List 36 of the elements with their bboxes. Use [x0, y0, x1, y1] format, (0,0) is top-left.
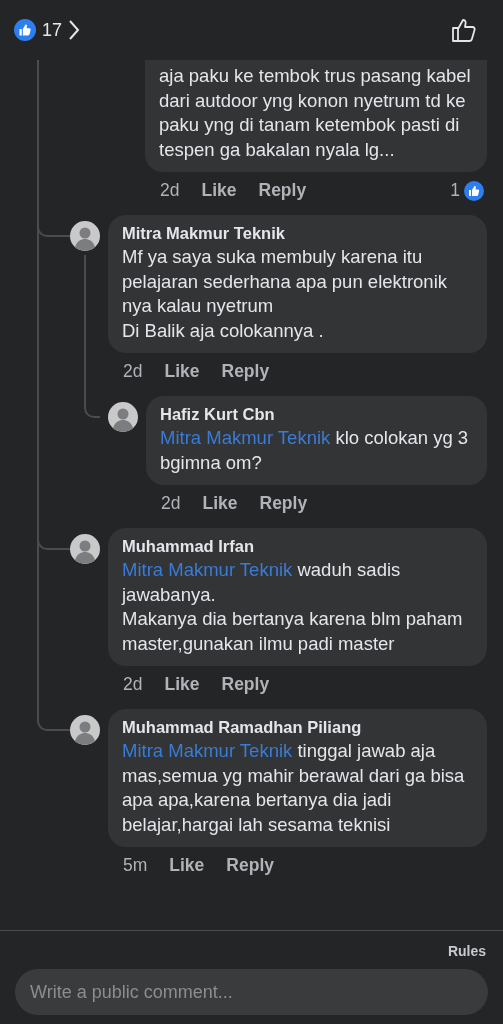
rules-link[interactable]: Rules: [15, 931, 488, 969]
avatar[interactable]: [70, 715, 100, 745]
comment-text: Mitra Makmur Teknik waduh sadis jawabanya. Makanya dia bertanya karena blm paham master,gunakan ilmu padi master: [122, 558, 464, 656]
reaction-count[interactable]: 17: [42, 19, 63, 41]
comment-time: 2d: [161, 493, 181, 514]
avatar[interactable]: [70, 534, 100, 564]
comment-text: aja paku ke tembok trus pasang kabel dari autdoor yng konon nyetrum td ke paku yng di tanam ketembok pasti di tespen ga bakalan nyala lg...: [159, 64, 472, 162]
reaction-count: 1: [450, 180, 460, 201]
reply-link[interactable]: Reply: [221, 361, 270, 382]
like-reaction-icon: [464, 180, 484, 201]
commenter-name[interactable]: Muhammad Ramadhan Piliang: [122, 718, 473, 737]
reply-link[interactable]: Reply: [226, 855, 274, 876]
reply-link[interactable]: Reply: [259, 493, 308, 514]
commenter-name[interactable]: Hafiz Kurt Cbn: [160, 405, 473, 424]
like-link[interactable]: Like: [201, 180, 237, 201]
like-link[interactable]: Like: [164, 674, 200, 695]
comment-time: 5m: [123, 855, 148, 876]
like-link[interactable]: Like: [169, 855, 205, 876]
reply-link[interactable]: Reply: [258, 180, 307, 201]
reply-link[interactable]: Reply: [221, 674, 270, 695]
comment-time: 2d: [160, 180, 180, 201]
comment-text: Mitra Makmur Teknik klo colokan yg 3 bgimna om?: [160, 426, 470, 475]
commenter-name[interactable]: Muhammad Irfan: [122, 537, 473, 556]
thumbs-up-icon[interactable]: [451, 17, 477, 43]
comment-input[interactable]: Write a public comment...: [15, 969, 488, 1015]
like-link[interactable]: Like: [164, 361, 200, 382]
commenter-name[interactable]: Mitra Makmur Teknik: [122, 224, 473, 243]
comment-time: 2d: [123, 361, 143, 382]
chevron-right-icon[interactable]: [68, 19, 81, 41]
like-reaction-icon: [14, 19, 36, 41]
avatar[interactable]: [108, 402, 138, 432]
comment-time: 2d: [123, 674, 143, 695]
comment-text: Mf ya saya suka membuly karena itu pelajaran sederhana apa pun elektronik nya kalau nyetrum Di Balik aja colokannya .: [122, 245, 448, 343]
comment-text: Mitra Makmur Teknik tinggal jawab aja mas,semua yg mahir berawal dari ga bisa apa apa,karena bertanya dia jadi belajar,hargai lah sesama teknisi: [122, 739, 466, 837]
avatar[interactable]: [70, 221, 100, 251]
like-link[interactable]: Like: [202, 493, 238, 514]
